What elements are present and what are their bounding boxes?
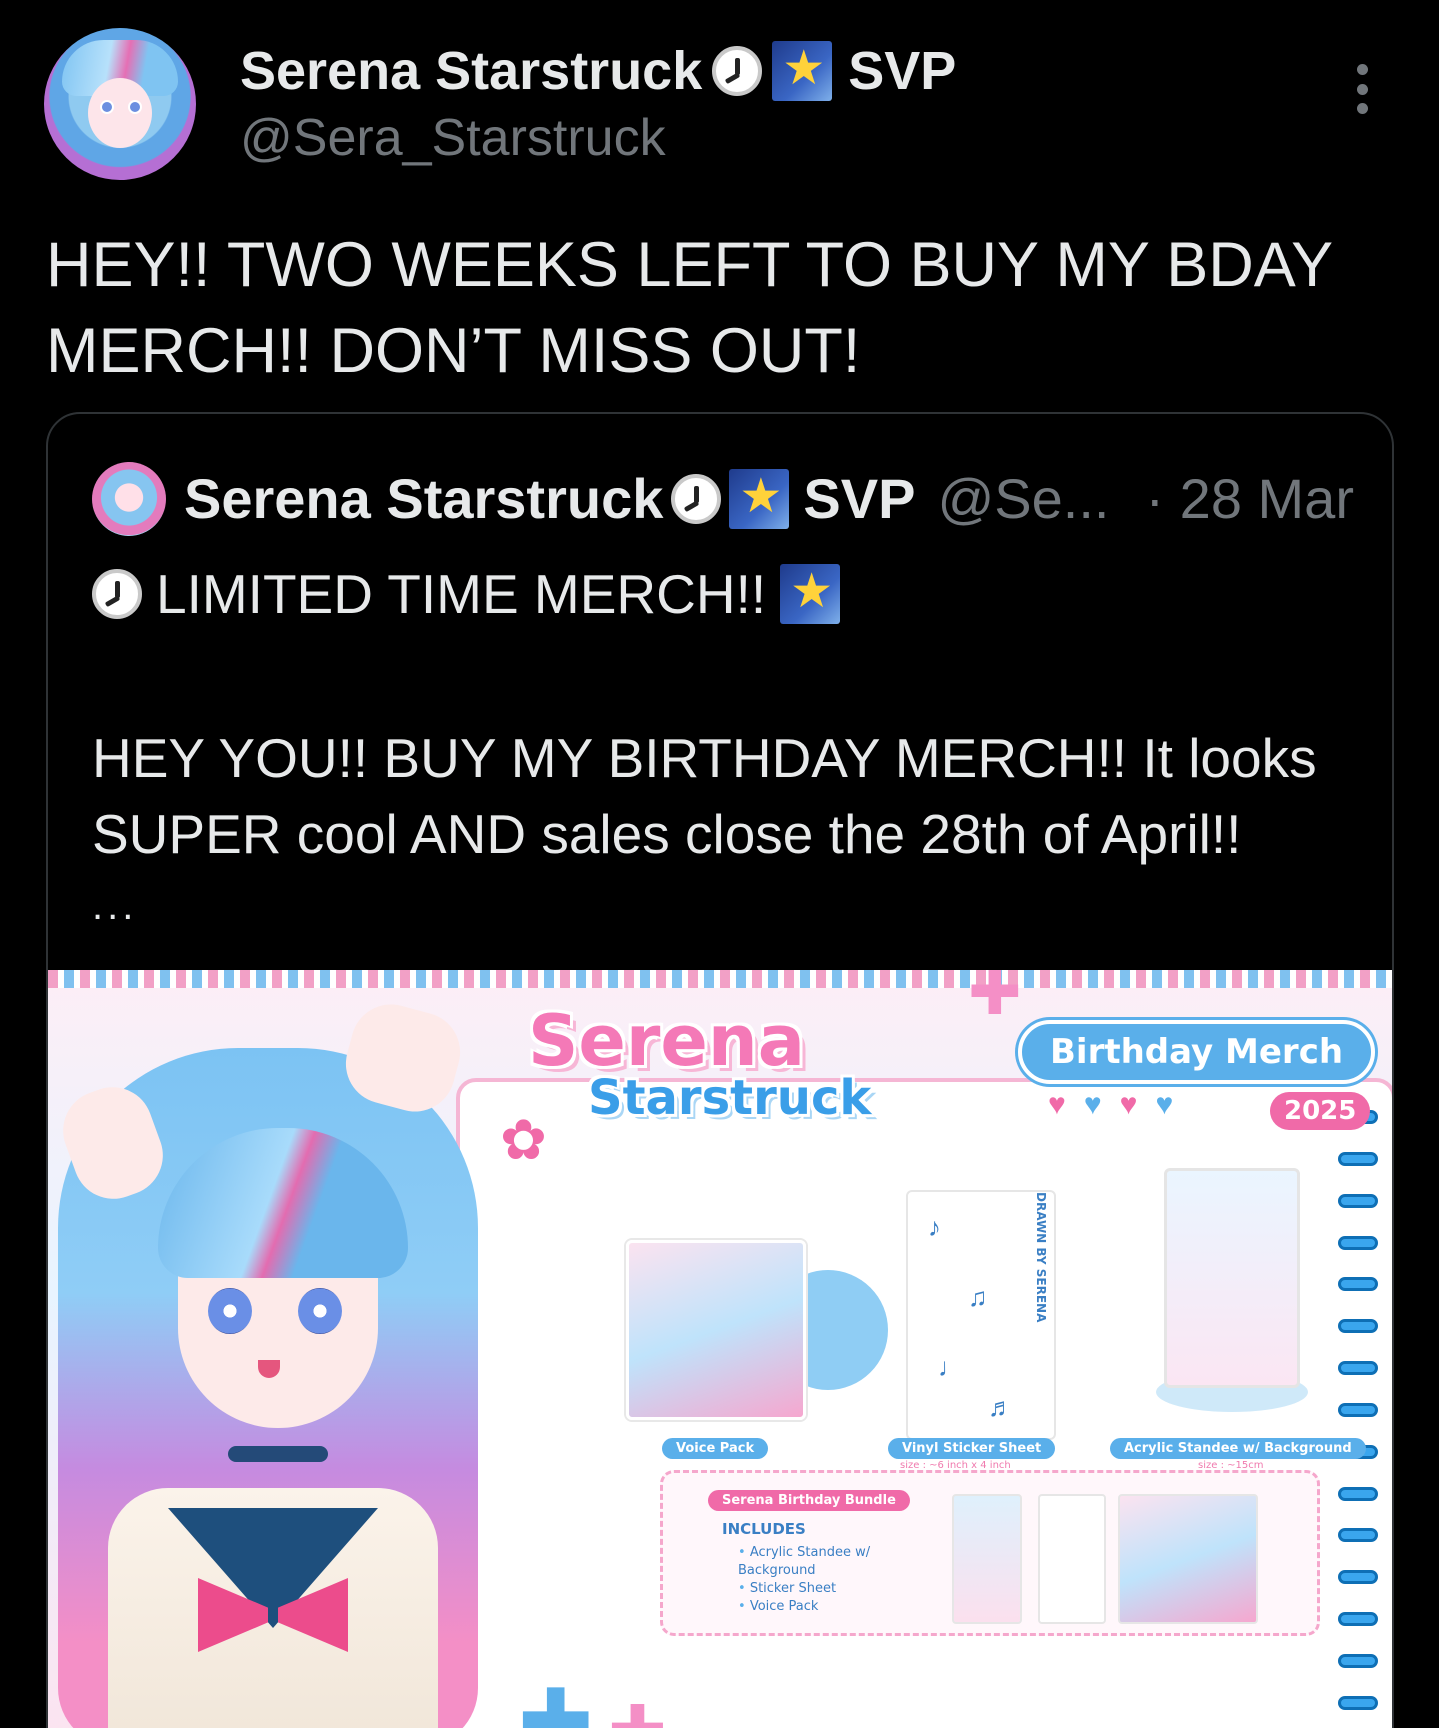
quoted-post-ellipsis: ... — [92, 884, 138, 928]
merch-title-starstruck: Starstruck — [588, 1070, 872, 1126]
sparkle-cross-icon: ✚ — [608, 1690, 667, 1728]
quoted-author-tag: SVP — [803, 467, 916, 530]
more-options-icon[interactable] — [1352, 64, 1372, 114]
author-tag: SVP — [848, 41, 957, 101]
merch-image[interactable]: Serena Starstruck ✿ ✚ Birthday Merch ♥♥♥… — [48, 970, 1392, 1728]
quoted-post-header: Serena Starstruck SVP @Se... · 28 Mar — [184, 466, 1354, 531]
star-sticker-icon: ✿ — [500, 1108, 547, 1173]
hearts-decoration: ♥♥♥♥ — [1048, 1088, 1192, 1121]
post-text: HEY!! TWO WEEKS LEFT TO BUY MY BDAY MERC… — [46, 230, 1333, 386]
music-note-icon: ♩ — [938, 1352, 964, 1382]
more-dot — [1356, 64, 1368, 75]
product-label-voice-pack: Voice Pack — [662, 1438, 769, 1459]
quoted-post-headline: LIMITED TIME MERCH!! — [156, 563, 767, 625]
quoted-post-headline-row: LIMITED TIME MERCH!! — [92, 562, 841, 626]
product-label-sticker-sheet: Vinyl Sticker Sheet — [888, 1438, 1056, 1459]
clock-emoji-icon — [671, 473, 722, 524]
bundle-item: Sticker Sheet — [738, 1580, 908, 1598]
bundle-item: Voice Pack — [738, 1598, 908, 1616]
quoted-author-avatar[interactable] — [92, 462, 166, 536]
avatar-face — [88, 78, 152, 148]
music-note-icon: ♫ — [968, 1282, 988, 1312]
more-dot — [1356, 83, 1368, 95]
author-avatar[interactable] — [44, 28, 196, 180]
avatar-eye — [128, 100, 142, 114]
character-choker — [228, 1446, 328, 1462]
voice-pack-cover — [626, 1240, 806, 1420]
birthday-merch-badge: Birthday Merch — [1018, 1020, 1376, 1084]
character-eye — [298, 1288, 342, 1334]
bundle-standee-thumbnail — [952, 1494, 1022, 1624]
clock-emoji-icon — [712, 46, 763, 96]
bundle-voice-pack-thumbnail — [1118, 1494, 1258, 1624]
sparkle-cross-icon: ✚ — [518, 1670, 594, 1728]
shooting-star-emoji-icon — [772, 41, 833, 101]
clock-emoji-icon — [92, 569, 142, 619]
shooting-star-emoji-icon — [780, 564, 841, 624]
quoted-author-name[interactable]: Serena Starstruck — [184, 466, 663, 531]
sparkle-cross-icon: ✚ — [968, 970, 1022, 1030]
avatar-eye — [100, 100, 114, 114]
quoted-post[interactable]: Serena Starstruck SVP @Se... · 28 Mar LI… — [46, 412, 1394, 1728]
acrylic-standee-preview — [1164, 1168, 1300, 1388]
year-badge: 2025 — [1270, 1092, 1371, 1130]
author-handle[interactable]: @Sera_Starstruck — [240, 108, 666, 168]
music-note-icon: ♬ — [988, 1392, 1014, 1422]
shooting-star-emoji-icon — [729, 468, 790, 529]
author-name[interactable]: Serena Starstruck — [240, 40, 702, 102]
drawn-by-label: DRAWN BY SERENA — [1034, 1192, 1048, 1323]
bundle-items: Acrylic Standee w/ Background Sticker Sh… — [738, 1544, 908, 1616]
bundle-item: Acrylic Standee w/ Background — [738, 1544, 908, 1580]
product-label-acrylic-standee: Acrylic Standee w/ Background — [1110, 1438, 1366, 1459]
character-illustration — [48, 988, 518, 1728]
quoted-author-handle[interactable]: @Se... — [937, 466, 1109, 531]
notebook-rings — [1338, 1110, 1378, 1710]
more-dot — [1356, 103, 1368, 114]
bundle-includes-label: INCLUDES — [722, 1520, 806, 1538]
quoted-post-body: HEY YOU!! BUY MY BIRTHDAY MERCH!! It loo… — [92, 727, 1317, 865]
bundle-name: Serena Birthday Bundle — [708, 1490, 910, 1511]
music-note-icon: ♪ — [928, 1212, 941, 1242]
author-name-row[interactable]: Serena Starstruck SVP — [240, 40, 956, 102]
striped-border — [48, 970, 1392, 988]
character-bow — [198, 1578, 348, 1652]
character-eye — [208, 1288, 252, 1334]
bundle-sticker-thumbnail — [1038, 1494, 1106, 1624]
quoted-post-date[interactable]: · 28 Mar — [1145, 466, 1354, 531]
